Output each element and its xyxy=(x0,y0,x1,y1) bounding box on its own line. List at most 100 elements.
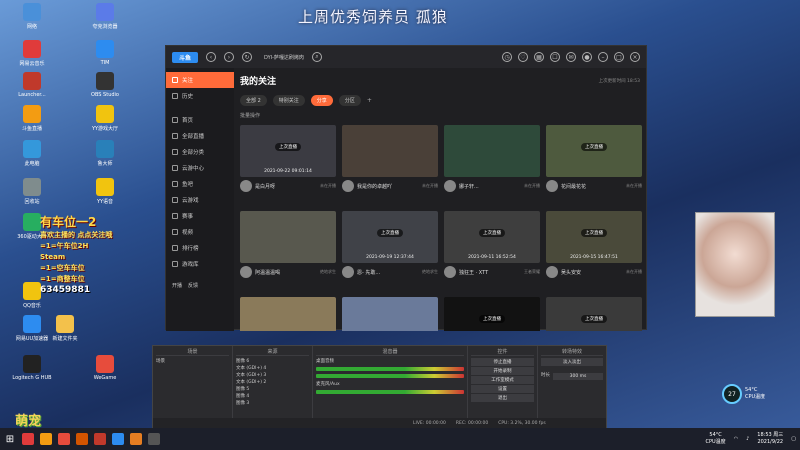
desktop-icon[interactable]: 夸克浏览器 xyxy=(83,3,127,30)
desktop-audio-meter[interactable] xyxy=(316,374,464,378)
stream-thumbnail[interactable]: 上次直播 2021-09-15 16:47:51 xyxy=(546,211,642,263)
streamer-card[interactable]: 上次直播 2021-09-15 16:47:51 吴头安安 未在开播 xyxy=(546,211,642,291)
sidebar-item[interactable]: 云游中心 xyxy=(166,160,234,176)
sidebar-item[interactable]: 赛事 xyxy=(166,208,234,224)
stream-thumbnail[interactable] xyxy=(240,297,336,331)
source-item[interactable]: 图像 4 xyxy=(236,393,309,400)
desktop-icon[interactable]: WeGame xyxy=(83,355,127,381)
filter-chip[interactable]: 分享 xyxy=(310,95,333,106)
streamer-card[interactable]: 上次直播 2021-09-19 12:37:44 恩- 先敢... 绝地求生 xyxy=(342,211,438,291)
source-item[interactable]: 图像 5 xyxy=(236,386,309,393)
duration-input[interactable]: 300 ms xyxy=(553,373,603,380)
stream-thumbnail[interactable]: 上次直播 2021-09-11 16:52:54 xyxy=(444,211,540,263)
taskbar-app-icon[interactable] xyxy=(40,433,52,445)
desktop-audio-meter[interactable] xyxy=(316,367,464,371)
sidebar-item[interactable]: 排行榜 xyxy=(166,240,234,256)
obs-taskbar-icon[interactable] xyxy=(148,433,160,445)
source-item[interactable]: 图像 3 xyxy=(236,400,309,407)
notification-icon[interactable]: ▢ xyxy=(791,436,796,442)
minimize-icon[interactable]: – xyxy=(598,52,608,62)
streamer-name[interactable]: 是白月呀 xyxy=(255,183,275,190)
desktop-icon[interactable]: OBS Studio xyxy=(83,72,127,98)
close-icon[interactable]: × xyxy=(630,52,640,62)
stream-thumbnail[interactable]: 上次直播2021-09-04 13:42:55 xyxy=(444,297,540,331)
streamer-card[interactable]: 上次直播 2021-09-11 16:52:54 独狂王 · XTT 王者荣耀 xyxy=(444,211,540,291)
history-icon[interactable]: ◷ xyxy=(502,52,512,62)
avatar[interactable] xyxy=(444,180,456,192)
source-item[interactable]: 文本 (GDI+) 2 xyxy=(236,379,309,386)
streamer-name[interactable]: 我是你的卓越吖 xyxy=(357,183,392,190)
volume-icon[interactable]: ♪ xyxy=(746,436,749,442)
sidebar-item[interactable]: 云游戏 xyxy=(166,192,234,208)
sidebar-item[interactable]: 关注 xyxy=(166,72,234,88)
sidebar-bottom-button[interactable]: 反馈 xyxy=(188,282,198,289)
stream-thumbnail[interactable] xyxy=(342,125,438,177)
back-icon[interactable]: ‹ xyxy=(206,52,216,62)
desktop-icon[interactable]: 此电脑 xyxy=(10,140,54,167)
search-input[interactable]: DYI-萨嘎达刷烤肉 xyxy=(264,54,304,61)
avatar[interactable] xyxy=(240,266,252,278)
sidebar-item[interactable]: 鱼吧 xyxy=(166,176,234,192)
desktop-icon[interactable]: 斗鱼直播 xyxy=(10,105,54,132)
streamer-card[interactable]: 我是你的卓越吖 未在开播 xyxy=(342,125,438,205)
obs-control-button[interactable]: 退出 xyxy=(471,394,534,402)
avatar[interactable] xyxy=(342,266,354,278)
source-item[interactable]: 文本 (GDI+) 4 xyxy=(236,365,309,372)
desktop-icon[interactable]: Logitech G HUB xyxy=(10,355,54,381)
streamer-name[interactable]: 娜子轩... xyxy=(459,183,479,190)
stream-thumbnail[interactable] xyxy=(342,297,438,331)
grid-icon[interactable]: ▦ xyxy=(534,52,544,62)
taskbar-app-icon[interactable] xyxy=(58,433,70,445)
desktop-icon[interactable]: YY语音 xyxy=(83,178,127,205)
streamer-name[interactable]: 吴头安安 xyxy=(561,269,581,276)
obs-control-button[interactable]: 开始录制 xyxy=(471,367,534,375)
desktop-icon[interactable]: 网络 xyxy=(10,3,54,30)
avatar[interactable] xyxy=(240,180,252,192)
avatar[interactable]: ● xyxy=(582,52,592,62)
taskbar-app-icon[interactable] xyxy=(130,433,142,445)
mail-icon[interactable]: ✉ xyxy=(566,52,576,62)
scene-item[interactable]: 场景 xyxy=(156,358,229,365)
heart-icon[interactable]: ♡ xyxy=(518,52,528,62)
filter-chip[interactable]: 特别关注 xyxy=(272,95,305,106)
sidebar-item[interactable]: 全部分类 xyxy=(166,144,234,160)
desktop-icon[interactable]: Launcher... xyxy=(10,72,54,98)
stream-thumbnail[interactable] xyxy=(240,211,336,263)
obs-control-button[interactable]: 工作室模式 xyxy=(471,376,534,384)
sidebar-item[interactable]: 历史 xyxy=(166,88,234,104)
windows-start-icon[interactable]: ⊞ xyxy=(4,433,16,445)
source-item[interactable]: 文本 (GDI+) 3 xyxy=(236,372,309,379)
taskbar-app-icon[interactable] xyxy=(76,433,88,445)
transition-select[interactable]: 淡入淡出 xyxy=(541,358,603,366)
desktop-icon[interactable]: 鲁大师 xyxy=(83,140,127,167)
avatar[interactable] xyxy=(546,180,558,192)
add-group-icon[interactable]: + xyxy=(367,97,372,104)
taskbar-app-icon[interactable] xyxy=(94,433,106,445)
batch-operations-link[interactable]: 批量操作 xyxy=(240,112,640,119)
filter-chip[interactable]: 分区 xyxy=(338,95,361,106)
stream-thumbnail[interactable]: 上次直播 xyxy=(546,125,642,177)
avatar[interactable] xyxy=(342,180,354,192)
tray-date[interactable]: 2021/9/22 xyxy=(757,439,783,446)
taskbar-app-icon[interactable] xyxy=(22,433,34,445)
stream-thumbnail[interactable]: 上次直播2021-09-21 20:16:34 xyxy=(546,297,642,331)
mic-audio-meter[interactable] xyxy=(316,390,464,394)
sidebar-item[interactable]: 首页 xyxy=(166,112,234,128)
streamer-card[interactable]: 阿温温温喝 绝地求生 xyxy=(240,211,336,291)
maximize-icon[interactable]: □ xyxy=(614,52,624,62)
stream-thumbnail[interactable] xyxy=(444,125,540,177)
avatar[interactable] xyxy=(546,266,558,278)
streamer-card[interactable] xyxy=(240,297,336,331)
search-icon[interactable]: ⌕ xyxy=(311,52,322,62)
obs-control-button[interactable]: 设置 xyxy=(471,385,534,393)
stream-thumbnail[interactable]: 上次直播 2021-09-19 12:37:44 xyxy=(342,211,438,263)
shirt-icon[interactable]: ☐ xyxy=(550,52,560,62)
wifi-icon[interactable]: ◠ xyxy=(734,436,738,442)
desktop-icon[interactable]: TIM xyxy=(83,40,127,66)
stream-thumbnail[interactable]: 上次直播 2021-09-22 09:01:14 xyxy=(240,125,336,177)
filter-chip[interactable]: 全部 2 xyxy=(240,95,267,106)
avatar[interactable] xyxy=(444,266,456,278)
sidebar-item[interactable]: 游戏库 xyxy=(166,256,234,272)
sidebar-item[interactable]: 视频 xyxy=(166,224,234,240)
streamer-card[interactable]: 上次直播 花间最花花 未在开播 xyxy=(546,125,642,205)
